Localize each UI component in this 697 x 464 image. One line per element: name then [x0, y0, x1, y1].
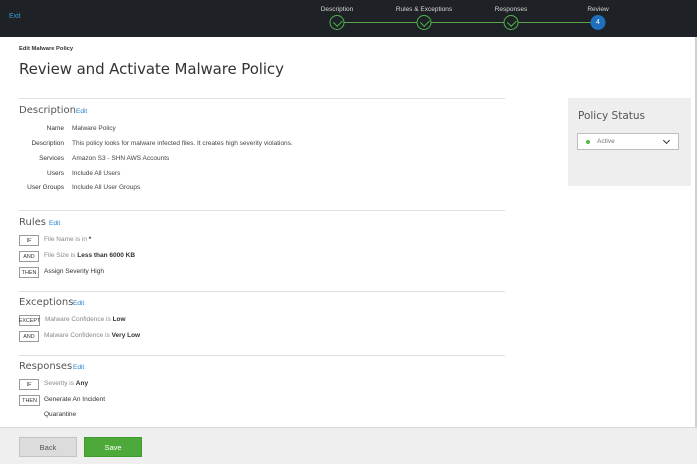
step-connector [511, 22, 598, 23]
step-responses-check-icon[interactable] [503, 15, 519, 30]
step-description-check-icon[interactable] [329, 15, 345, 30]
description-edit-link[interactable]: Edit [76, 108, 87, 115]
status-dot-icon [586, 140, 590, 144]
response-condition: Severity is Any [44, 380, 89, 387]
responses-edit-link[interactable]: Edit [73, 364, 84, 371]
rules-edit-link[interactable]: Edit [49, 220, 60, 227]
rule-and-tag: AND [19, 251, 39, 262]
description-value: This policy looks for malware infected f… [72, 140, 293, 147]
response-if-tag: IF [19, 379, 39, 390]
step-connector [424, 22, 511, 23]
step-label-description: Description [320, 6, 354, 13]
response-action: Generate An Incident [44, 396, 106, 403]
chevron-down-icon [662, 136, 671, 145]
exceptions-section-title: Exceptions [19, 297, 74, 308]
response-action: Quarantine [44, 411, 77, 418]
rule-condition: File Size is Less than 6000 KB [44, 252, 136, 259]
policy-status-title: Policy Status [578, 110, 645, 122]
divider [19, 210, 505, 211]
response-then-tag: THEN [19, 395, 40, 406]
divider [19, 98, 505, 99]
wizard-steps: Description Rules & Exceptions Responses… [0, 0, 697, 37]
divider [19, 291, 505, 292]
description-section-title: Description [19, 105, 76, 116]
rule-if-tag: IF [19, 235, 39, 246]
rule-condition: File Name is in * [44, 236, 92, 243]
save-button[interactable]: Save [84, 437, 142, 457]
back-button[interactable]: Back [19, 437, 77, 457]
user-groups-value: Include All User Groups [72, 184, 141, 191]
rule-action: Assign Severity High [44, 268, 104, 275]
rules-section-title: Rules [19, 217, 46, 228]
services-label: Services [39, 155, 64, 162]
step-label-responses: Responses [494, 6, 528, 13]
policy-status-select[interactable]: Active [577, 133, 679, 150]
divider [19, 355, 505, 356]
description-label: Description [31, 140, 64, 147]
policy-status-panel: Policy Status Active [568, 98, 691, 186]
services-value: Amazon S3 - SHN AWS Accounts [72, 155, 170, 162]
exception-and-tag: AND [19, 331, 39, 342]
rule-then-tag: THEN [19, 267, 39, 278]
responses-section-title: Responses [19, 361, 73, 372]
top-navigation-bar: Exit Description Rules & Exceptions Resp… [0, 0, 697, 37]
name-value: Malware Policy [72, 125, 116, 132]
step-review-number[interactable]: 4 [590, 15, 606, 30]
exception-condition: Malware Confidence is Very Low [44, 332, 141, 339]
users-value: Include All Users [72, 170, 121, 177]
exception-condition: Malware Confidence is Low [45, 316, 126, 323]
step-connector [337, 22, 424, 23]
step-label-rules: Rules & Exceptions [395, 6, 453, 13]
user-groups-label: User Groups [27, 184, 64, 191]
footer-bar: Back Save [0, 427, 697, 464]
exception-except-tag: EXCEPT [19, 315, 40, 326]
step-label-review: Review [587, 6, 609, 13]
name-label: Name [46, 125, 64, 132]
exceptions-edit-link[interactable]: Edit [73, 300, 84, 307]
users-label: Users [47, 170, 64, 177]
policy-status-value: Active [597, 138, 615, 145]
breadcrumb: Edit Malware Policy [19, 46, 74, 52]
page-title: Review and Activate Malware Policy [19, 60, 284, 78]
step-rules-check-icon[interactable] [416, 15, 432, 30]
